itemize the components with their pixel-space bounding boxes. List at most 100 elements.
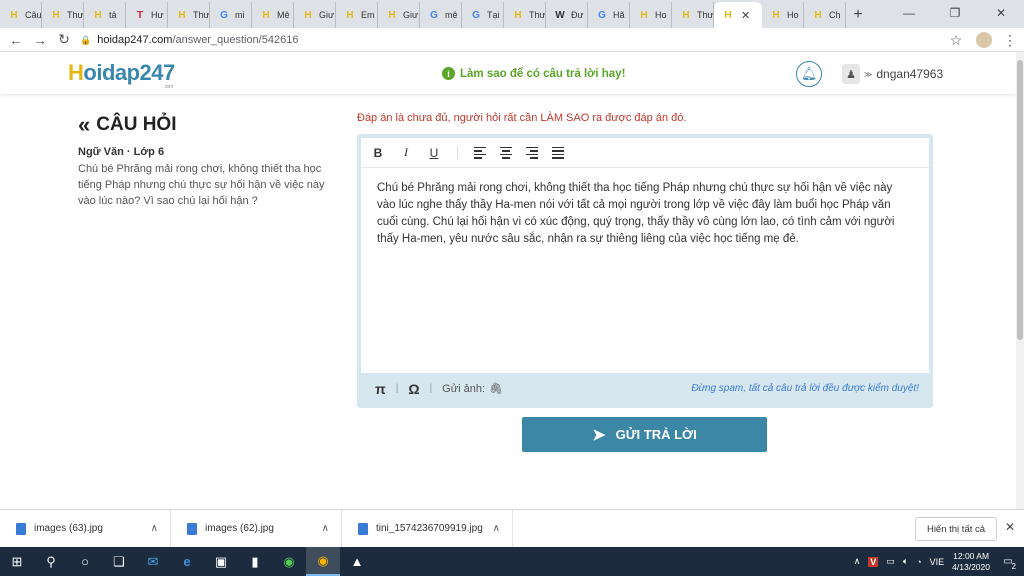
tab-title: Câu [25, 10, 42, 20]
omega-symbol-button[interactable]: Ω [408, 381, 419, 397]
download-filename: images (62).jpg [205, 523, 274, 534]
restore-button[interactable]: ❐ [932, 0, 978, 26]
chevron-up-icon[interactable]: ∧ [493, 523, 500, 534]
notification-icon[interactable]: ▭ 2 [998, 553, 1018, 571]
favicon-icon: T [136, 9, 144, 21]
browser-tab[interactable]: G Hã [588, 2, 630, 28]
browser-tab-active[interactable]: H ✕ [714, 2, 762, 28]
favicon-icon: H [52, 9, 60, 21]
favicon-icon: H [682, 9, 690, 21]
tab-title: Thư [697, 10, 714, 20]
browser-tab[interactable]: H Giư [294, 2, 336, 28]
favicon-icon: H [814, 9, 822, 21]
back-arrow-icon[interactable]: ← [4, 28, 28, 52]
submit-answer-button[interactable]: ➤ GỬI TRẢ LỜI [522, 417, 767, 452]
image-file-icon [16, 522, 26, 535]
browser-tab[interactable]: Htả [84, 2, 126, 28]
bell-icon[interactable]: 🔔︎ [796, 61, 822, 87]
browser-menu-icon[interactable]: ⋮ [998, 28, 1022, 52]
antivirus-icon[interactable]: V [868, 556, 879, 567]
browser-tab[interactable]: H Ho [762, 2, 804, 28]
underline-button[interactable]: U [427, 146, 441, 160]
browser-tab[interactable]: H Ch [804, 2, 846, 28]
tab-title: Ho [787, 10, 799, 20]
app-icon[interactable]: ▮ [238, 547, 272, 576]
new-tab-button[interactable]: + [846, 2, 870, 28]
profile-avatar-icon[interactable] [972, 28, 996, 52]
answer-editor: B I U Chú bé Phrăng mải rong chơi, không… [357, 134, 933, 408]
address-bar[interactable]: 🔒 hoidap247.com/answer_question/542616 [80, 30, 995, 50]
bold-button[interactable]: B [371, 146, 385, 160]
clock[interactable]: 12:00 AM 4/13/2020 [952, 551, 990, 573]
mail-icon[interactable]: ✉ [136, 547, 170, 576]
search-icon[interactable]: ⚲ [34, 547, 68, 576]
browser-tab[interactable]: T Hư [126, 2, 168, 28]
system-tray: ∧ V ▭ 🔈︎ ◔ VIE 12:00 AM 4/13/2020 ▭ 2 [854, 547, 1024, 576]
align-justify-icon[interactable] [552, 146, 564, 159]
chevron-up-icon[interactable]: ∧ [854, 556, 861, 567]
italic-button[interactable]: I [399, 145, 413, 160]
browser-tab[interactable]: H Em [336, 2, 378, 28]
forward-arrow-icon[interactable]: → [28, 28, 52, 52]
double-chevron-left-icon[interactable]: « [78, 114, 90, 136]
tab-title: Giư [319, 10, 335, 20]
download-bar: images (63).jpg ∧ images (62).jpg ∧ tini_157… [0, 509, 1024, 548]
favicon-icon: H [94, 9, 102, 21]
close-download-bar-icon[interactable]: ✕ [1005, 520, 1015, 534]
browser-tab[interactable]: H Thư [42, 2, 84, 28]
store-icon[interactable]: ▣ [204, 547, 238, 576]
browser-tab[interactable]: H Thư [672, 2, 714, 28]
pi-symbol-button[interactable]: π [375, 381, 386, 397]
volume-icon[interactable]: 🔈︎ [903, 556, 908, 567]
close-tab-icon[interactable]: ✕ [741, 9, 750, 22]
minimize-button[interactable]: — [886, 0, 932, 26]
download-item[interactable]: images (63).jpg ∧ [0, 509, 171, 548]
language-indicator[interactable]: VIE [930, 557, 945, 567]
align-right-icon[interactable] [526, 146, 538, 159]
chevron-up-icon[interactable]: ∧ [322, 523, 329, 534]
align-center-icon[interactable] [500, 146, 512, 159]
cortana-icon[interactable]: ○ [68, 547, 102, 576]
chrome-icon[interactable]: ◉ [306, 547, 340, 576]
browser-tab[interactable]: H Thư [504, 2, 546, 28]
browser-tab[interactable]: G Tại [462, 2, 504, 28]
favicon-icon: G [472, 9, 480, 21]
info-icon: i [442, 67, 455, 80]
show-all-downloads-button[interactable]: Hiển thị tất cả [915, 517, 997, 541]
photos-icon[interactable]: ▲ [340, 547, 374, 576]
task-view-icon[interactable]: ❏ [102, 547, 136, 576]
editor-toolbar: B I U [361, 138, 929, 168]
tab-title: Hư [151, 10, 164, 20]
align-left-icon[interactable] [474, 146, 486, 159]
battery-icon[interactable]: ▭ [886, 556, 895, 567]
user-menu[interactable]: ♟ ≫ dngan47963 [842, 64, 943, 84]
favicon-icon: W [555, 9, 565, 21]
edge-icon[interactable]: e [170, 547, 204, 576]
browser-tab[interactable]: W Đư [546, 2, 588, 28]
browser-tab[interactable]: H Giư [378, 2, 420, 28]
browser-tab[interactable]: H Thư [168, 2, 210, 28]
spam-note: Đừng spam, tất cả câu trả lời đều được k… [691, 383, 919, 394]
windows-start-icon[interactable]: ⊞ [0, 547, 34, 576]
site-logo[interactable]: Hoidap247 .com [68, 60, 175, 90]
app-icon[interactable]: ◉ [272, 547, 306, 576]
tab-title: Thư [67, 10, 84, 20]
paperclip-icon[interactable]: 🖇︎ [489, 382, 503, 395]
close-window-button[interactable]: ✕ [978, 0, 1024, 26]
browser-tab[interactable]: Gmê [420, 2, 462, 28]
footer-divider: | [395, 383, 399, 394]
scrollbar-thumb[interactable] [1017, 60, 1023, 340]
answer-tip-link[interactable]: i Làm sao để có câu trả lời hay! [442, 67, 625, 80]
chevron-up-icon[interactable]: ∧ [151, 523, 158, 534]
browser-tab[interactable]: Gmi [210, 2, 252, 28]
answer-textarea[interactable]: Chú bé Phrăng mải rong chơi, không thiết… [361, 168, 929, 373]
browser-tab[interactable]: H Mê [252, 2, 294, 28]
download-item[interactable]: images (62).jpg ∧ [171, 509, 342, 548]
download-item[interactable]: tini_1574236709919.jpg ∧ [342, 509, 513, 548]
browser-tab[interactable]: H Câu [0, 2, 42, 28]
browser-tab[interactable]: H Ho [630, 2, 672, 28]
wifi-icon[interactable]: ◔ [916, 557, 921, 567]
tab-title: Tại [487, 10, 500, 20]
bookmark-star-icon[interactable]: ☆ [944, 28, 968, 52]
reload-icon[interactable]: ↻ [52, 28, 76, 52]
